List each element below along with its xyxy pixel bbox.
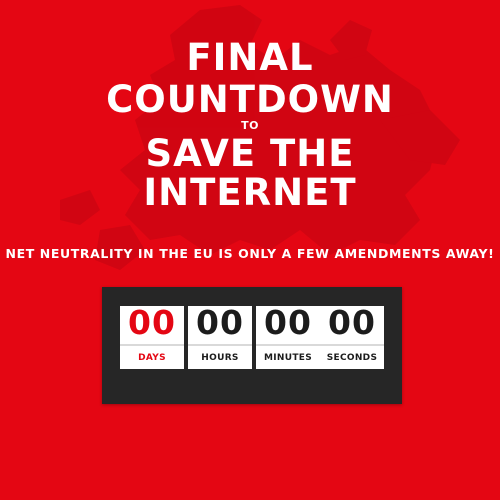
minutes-value: 00	[264, 303, 312, 342]
countdown-seconds: 00 SECONDS	[320, 306, 384, 369]
headline-final: FINAL	[186, 36, 314, 79]
headline-internet: INTERNET	[143, 171, 357, 214]
seconds-value: 00	[328, 303, 376, 342]
countdown-timer: 00 DAYS 00 HOURS 00 MINUTES 00 SECONDS	[102, 287, 402, 404]
countdown-hours: 00 HOURS	[188, 306, 252, 369]
digit-divider	[120, 344, 184, 346]
countdown-minutes: 00 MINUTES	[256, 306, 320, 369]
digit-divider	[188, 344, 252, 346]
headline-to: TO	[241, 119, 259, 132]
hours-value: 00	[196, 303, 244, 342]
subtitle: NET NEUTRALITY IN THE EU IS ONLY A FEW A…	[5, 246, 495, 261]
minutes-label: MINUTES	[263, 353, 312, 363]
digit-divider	[320, 344, 384, 346]
seconds-label: SECONDS	[326, 353, 378, 363]
days-label: DAYS	[138, 353, 166, 363]
headline-save-the: SAVE THE	[145, 132, 355, 175]
headline-countdown: COUNTDOWN	[106, 78, 394, 121]
days-value: 00	[128, 303, 176, 342]
countdown-days: 00 DAYS	[120, 306, 184, 369]
hours-label: HOURS	[201, 353, 239, 363]
digit-divider	[256, 344, 320, 346]
